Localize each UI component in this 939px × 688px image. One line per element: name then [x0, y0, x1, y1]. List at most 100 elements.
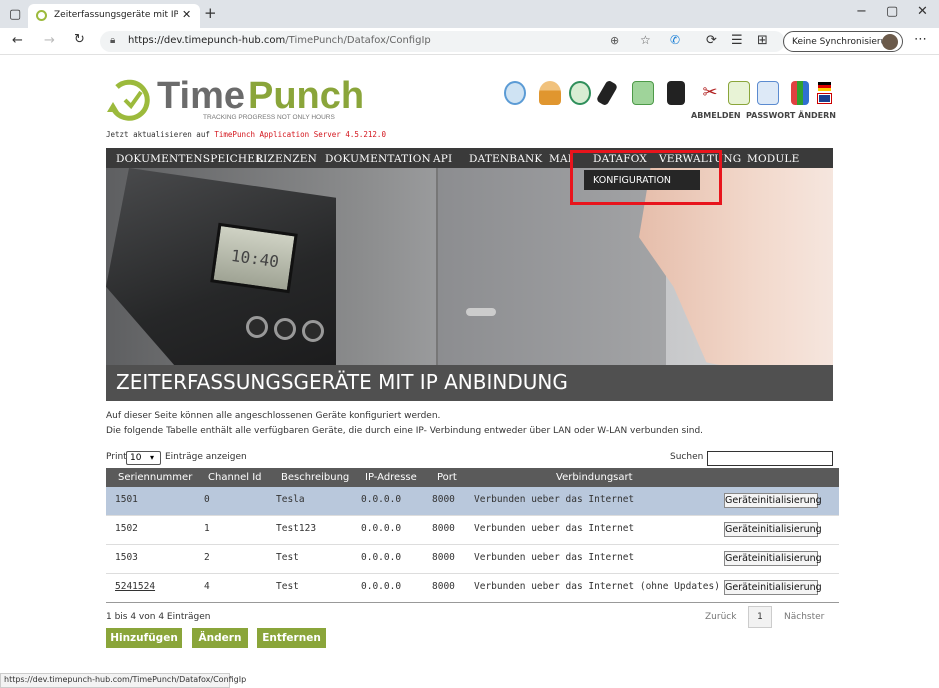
charts-icon[interactable] [791, 81, 809, 105]
update-prefix: Jetzt aktualisieren auf [106, 130, 215, 139]
header-seriennummer[interactable]: Seriennummer [118, 472, 192, 484]
cell-description: Test123 [276, 523, 317, 534]
header-channel-id[interactable]: Channel Id [208, 472, 262, 484]
favorite-icon[interactable]: ☆ [640, 34, 651, 46]
nav-module[interactable]: MODULE [747, 150, 799, 168]
cell-port: 8000 [432, 552, 455, 563]
logo[interactable]: Time Punch TRACKING PROGRESS NOT ONLY HO… [105, 74, 375, 126]
minimize-icon[interactable]: − [856, 5, 867, 18]
cell-serial: 1503 [115, 552, 138, 563]
abmelden-link[interactable]: ABMELDEN [691, 111, 741, 120]
cell-serial: 1502 [115, 523, 138, 534]
nav-mail[interactable]: MAI [549, 150, 572, 168]
avatar [882, 34, 898, 50]
nav-datenbank[interactable]: DATENBANK [469, 150, 542, 168]
search-input[interactable] [707, 451, 833, 466]
new-tab-icon[interactable]: + [204, 6, 217, 21]
cell-port: 8000 [432, 581, 455, 592]
user-icon[interactable] [539, 81, 561, 105]
close-window-icon[interactable]: ✕ [917, 5, 928, 18]
device-init-button[interactable]: Geräteinitialisierung [724, 580, 822, 595]
tab-title: Zeiterfassungsgeräte mit IP Anbi [54, 10, 178, 20]
extensions-icon[interactable]: ⟳ [706, 34, 717, 47]
highlight-rectangle [570, 150, 722, 205]
flag-de-icon[interactable] [818, 82, 831, 91]
cell-connection: Verbunden ueber das Internet [474, 552, 635, 563]
terminal-display: 10:40 [210, 222, 298, 294]
nav-api[interactable]: API [433, 150, 452, 168]
device-init-button[interactable]: Geräteinitialisierung [724, 493, 822, 508]
logo-tagline: TRACKING PROGRESS NOT ONLY HOURS [203, 114, 335, 121]
back-icon[interactable]: ← [12, 34, 23, 47]
pagination-info: 1 bis 4 von 4 Einträgen [106, 612, 211, 622]
calendar-icon[interactable] [728, 81, 750, 105]
more-icon[interactable]: ⋯ [914, 33, 927, 46]
passwort-link[interactable]: PASSWORT ÄNDERN [746, 111, 836, 120]
page-size-value: 10 [130, 453, 142, 463]
cell-connection: Verbunden ueber das Internet (ohne Updat… [474, 581, 720, 592]
header-verbindungsart[interactable]: Verbindungsart [556, 472, 633, 484]
header-beschreibung[interactable]: Beschreibung [281, 472, 349, 484]
maximize-icon[interactable]: ▢ [886, 5, 898, 18]
cell-connection: Verbunden ueber das Internet [474, 523, 635, 534]
forward-icon[interactable]: → [44, 34, 55, 47]
tab-close-icon[interactable]: ✕ [182, 8, 191, 21]
tab-actions-icon[interactable]: ▢ [9, 8, 21, 21]
update-link[interactable]: TimePunch Application Server 4.5.212.0 [214, 130, 386, 139]
status-url: https://dev.timepunch-hub.com/TimePunch/… [4, 675, 247, 684]
cell-ip: 0.0.0.0 [361, 523, 402, 534]
page-size-select[interactable]: 10 ▾ [126, 451, 161, 465]
cell-channel: 2 [204, 552, 210, 563]
sync-button[interactable]: Keine Synchronisierung [783, 31, 903, 52]
zoom-icon[interactable]: ⊕ [610, 35, 619, 46]
reload-icon[interactable]: ↻ [74, 33, 85, 46]
scissors-icon[interactable]: ✂ [699, 81, 721, 105]
browser-tab[interactable]: Zeiterfassungsgeräte mit IP Anbi ✕ [28, 4, 200, 28]
chevron-down-icon: ▾ [150, 453, 155, 462]
door-handle [466, 308, 496, 316]
pagination-prev[interactable]: Zurück [705, 612, 736, 622]
logo-punch: Punch [248, 75, 365, 117]
terminal-display-text: 10:40 [229, 245, 281, 272]
nav-dokumentenspeicher[interactable]: DOKUMENTENSPEICHER [116, 150, 263, 168]
tab-favicon-icon [36, 10, 47, 21]
money-icon[interactable] [632, 81, 654, 105]
page-title: ZEITERFASSUNGSGERÄTE MIT IP ANBINDUNG [116, 370, 568, 394]
report-icon[interactable] [757, 81, 779, 105]
nav-lizenzen[interactable]: LIZENZEN [256, 150, 317, 168]
cell-serial: 1501 [115, 494, 138, 505]
lock-icon: 🔒︎ [110, 35, 116, 46]
cell-port: 8000 [432, 523, 455, 534]
cell-channel: 4 [204, 581, 210, 592]
phone-icon[interactable]: ✆ [670, 34, 680, 46]
phone-device-icon[interactable] [595, 79, 619, 107]
clock-refresh-icon[interactable] [569, 81, 591, 105]
pagination-next[interactable]: Nächster [784, 612, 824, 622]
edit-button[interactable]: Ändern [192, 628, 248, 648]
remove-button[interactable]: Entfernen [257, 628, 326, 648]
flag-uk-icon[interactable] [817, 93, 832, 104]
calculator-icon[interactable] [667, 81, 685, 105]
cell-ip: 0.0.0.0 [361, 494, 402, 505]
collections-icon[interactable]: ⊞ [757, 34, 768, 47]
device-init-button[interactable]: Geräteinitialisierung [724, 522, 822, 537]
cell-serial-link[interactable]: 5241524 [115, 581, 155, 593]
cell-description: Test [276, 581, 299, 592]
favorites-list-icon[interactable]: ☰ [731, 34, 743, 47]
header-ip-adresse[interactable]: IP-Adresse [365, 472, 417, 484]
cell-description: Test [276, 552, 299, 563]
header-port[interactable]: Port [437, 472, 457, 484]
logo-time: Time [157, 75, 246, 117]
refresh-icon[interactable] [504, 81, 526, 105]
url-host: https://dev.timepunch-hub.com [128, 35, 286, 46]
search-label: Suchen [670, 452, 704, 462]
browser-toolbar: ← → ↻ 🔒︎ https://dev.timepunch-hub.com/T… [0, 28, 939, 55]
entries-label: Einträge anzeigen [165, 452, 247, 462]
device-init-button[interactable]: Geräteinitialisierung [724, 551, 822, 566]
add-button[interactable]: Hinzufügen [106, 628, 182, 648]
address-bar[interactable]: 🔒︎ https://dev.timepunch-hub.com/TimePun… [100, 31, 785, 52]
browser-tab-strip: ▢ Zeiterfassungsgeräte mit IP Anbi ✕ + −… [0, 0, 939, 28]
nav-dokumentation[interactable]: DOKUMENTATION [325, 150, 431, 168]
pagination-page-1[interactable]: 1 [748, 606, 772, 628]
print-link[interactable]: Print [106, 452, 127, 462]
